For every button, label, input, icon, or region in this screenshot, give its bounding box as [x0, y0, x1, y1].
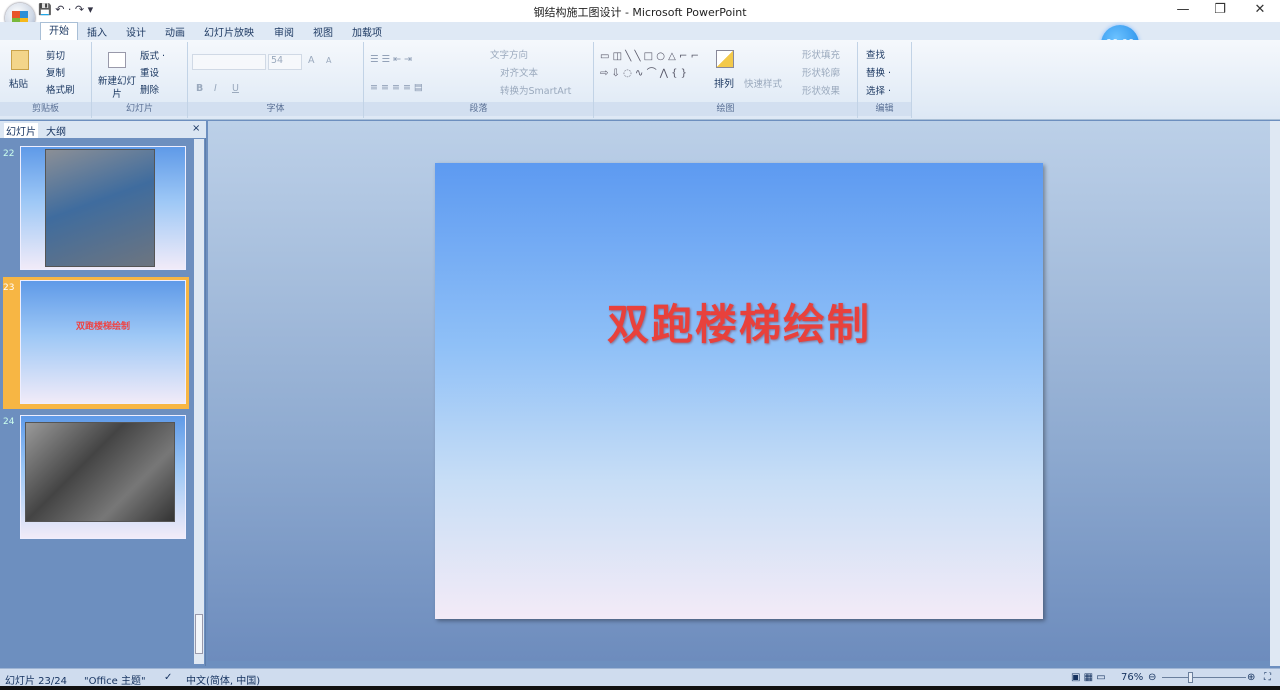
clipboard-group: 粘贴 剪切 复制 格式刷 剪贴板: [0, 42, 92, 118]
arrange-icon: [716, 50, 734, 68]
theme-name: "Office 主题": [84, 676, 146, 687]
quick-access-toolbar: 💾 ↶ · ↷ ▾: [38, 3, 93, 16]
zoom-slider-thumb[interactable]: [1188, 672, 1193, 683]
find-button[interactable]: 查找: [866, 47, 885, 61]
fit-window-button[interactable]: ⛶: [1264, 672, 1271, 683]
current-slide[interactable]: 双跑楼梯绘制: [435, 163, 1043, 619]
tab-slideshow[interactable]: 幻灯片放映: [204, 24, 254, 39]
slide-thumbnail-24[interactable]: [20, 415, 186, 539]
minimize-button[interactable]: —: [1168, 2, 1198, 17]
grow-font-button[interactable]: A: [308, 55, 315, 66]
panel-tabs: 幻灯片 大纲 ×: [0, 121, 206, 138]
scroll-thumb[interactable]: [195, 614, 203, 654]
panel-scrollbar[interactable]: [194, 139, 204, 664]
underline-button[interactable]: U: [232, 83, 239, 94]
font-name-input[interactable]: [192, 54, 266, 70]
group-label: 绘图: [594, 102, 857, 116]
select-button[interactable]: 选择 ·: [866, 83, 891, 97]
restore-button[interactable]: ❐: [1205, 2, 1235, 17]
slides-group: 新建幻灯片 版式 · 重设 删除 幻灯片: [92, 42, 188, 118]
slide-title[interactable]: 双跑楼梯绘制: [435, 291, 1043, 352]
taskbar-edge: [0, 686, 1280, 690]
staircase-photo: [45, 149, 155, 267]
spellcheck-icon[interactable]: ✓: [164, 672, 172, 683]
shapes-gallery[interactable]: ▭ ◫ ╲ ╲ □ ○ △ ⌐ ⌐ ⇨ ⇩ ◌ ∿ ⌒ ⋀ { }: [600, 48, 704, 82]
bold-button[interactable]: B: [196, 83, 203, 94]
tab-insert[interactable]: 插入: [87, 24, 107, 39]
shape-outline-button[interactable]: 形状轮廓: [802, 65, 840, 79]
zoom-slider[interactable]: [1162, 677, 1246, 678]
shape-fill-button[interactable]: 形状填充: [802, 47, 840, 61]
slide-counter: 幻灯片 23/24: [5, 676, 67, 687]
delete-button[interactable]: 删除: [140, 82, 159, 96]
format-painter-button[interactable]: 格式刷: [46, 82, 75, 96]
panel-close-button[interactable]: ×: [192, 123, 200, 134]
cut-button[interactable]: 剪切: [46, 48, 65, 62]
tab-design[interactable]: 设计: [126, 24, 146, 39]
slides-panel: 幻灯片 大纲 × 22 23 双跑楼梯绘制 24: [0, 121, 206, 666]
tab-animation[interactable]: 动画: [165, 24, 185, 39]
slide-number: 22: [3, 149, 15, 159]
window-title: 钢结构施工图设计 - Microsoft PowerPoint: [533, 6, 747, 19]
group-label: 剪贴板: [0, 102, 91, 116]
slide-thumbnail-23[interactable]: 双跑楼梯绘制: [20, 280, 186, 404]
status-bar: 幻灯片 23/24 "Office 主题" ✓ 中文(简体, 中国) ▣ ▦ ▭…: [0, 668, 1280, 687]
tab-review[interactable]: 审阅: [274, 24, 294, 39]
new-slide-icon: [108, 52, 126, 68]
quick-styles-button[interactable]: 快速样式: [744, 76, 782, 90]
zoom-out-button[interactable]: ⊖: [1148, 672, 1156, 683]
tab-outline[interactable]: 大纲: [46, 123, 66, 138]
slide-number: 23: [3, 283, 15, 293]
paragraph-group: ☰ ☰ ⇤ ⇥ ≡ ≡ ≡ ≡ ▤ 文字方向 对齐文本 转换为SmartArt …: [364, 42, 594, 118]
smartart-button[interactable]: 转换为SmartArt: [500, 83, 571, 97]
customize-icon[interactable]: ▾: [88, 3, 94, 16]
shape-effects-button[interactable]: 形状效果: [802, 83, 840, 97]
tab-home[interactable]: 开始: [40, 22, 78, 40]
group-label: 编辑: [858, 102, 911, 116]
tab-view[interactable]: 视图: [313, 24, 333, 39]
text-direction-button[interactable]: 文字方向: [490, 47, 528, 61]
reset-button[interactable]: 重设: [140, 65, 159, 79]
new-slide-button[interactable]: 新建幻灯片: [96, 75, 138, 101]
thumbnail-title: 双跑楼梯绘制: [75, 322, 130, 332]
editing-group: 查找 替换 · 选择 · 编辑: [858, 42, 912, 118]
save-icon[interactable]: 💾: [38, 3, 52, 16]
tab-slides[interactable]: 幻灯片: [4, 123, 38, 138]
align-text-button[interactable]: 对齐文本: [500, 65, 538, 79]
group-label: 段落: [364, 102, 593, 116]
layout-button[interactable]: 版式 ·: [140, 48, 165, 62]
replace-button[interactable]: 替换 ·: [866, 65, 891, 79]
zoom-level[interactable]: 76%: [1121, 672, 1143, 683]
editor-scrollbar[interactable]: [1270, 121, 1280, 666]
ribbon-tabs: 开始 插入 设计 动画 幻灯片放映 审阅 视图 加载项: [0, 22, 1280, 40]
italic-button[interactable]: I: [214, 83, 217, 94]
font-size-input[interactable]: 54: [268, 54, 302, 70]
group-label: 幻灯片: [92, 102, 187, 116]
list-buttons[interactable]: ☰ ☰ ⇤ ⇥: [370, 54, 412, 65]
paste-icon: [11, 50, 29, 70]
font-group: 54 A A B I U 字体: [188, 42, 364, 118]
slide-number: 24: [3, 417, 15, 427]
paste-button[interactable]: 粘贴: [9, 76, 28, 90]
language: 中文(简体, 中国): [186, 676, 261, 687]
staircase-photo: [25, 422, 175, 522]
zoom-in-button[interactable]: ⊕: [1247, 672, 1255, 683]
group-label: 字体: [188, 102, 363, 116]
tab-addins[interactable]: 加载项: [352, 24, 382, 39]
drawing-group: ▭ ◫ ╲ ╲ □ ○ △ ⌐ ⌐ ⇨ ⇩ ◌ ∿ ⌒ ⋀ { } 排列 快速样…: [594, 42, 858, 118]
slide-thumbnail-22[interactable]: [20, 146, 186, 270]
view-buttons[interactable]: ▣ ▦ ▭: [1071, 672, 1106, 683]
title-bar: 钢结构施工图设计 - Microsoft PowerPoint — ❐ ✕: [0, 0, 1280, 22]
redo-icon[interactable]: ↷: [75, 3, 84, 16]
align-buttons[interactable]: ≡ ≡ ≡ ≡ ▤: [370, 82, 423, 93]
copy-button[interactable]: 复制: [46, 65, 65, 79]
ribbon: 粘贴 剪切 复制 格式刷 剪贴板 新建幻灯片 版式 · 重设 删除 幻灯片 54…: [0, 40, 1280, 120]
shrink-font-button[interactable]: A: [326, 56, 331, 65]
close-button[interactable]: ✕: [1245, 2, 1275, 17]
arrange-button[interactable]: 排列: [714, 75, 734, 90]
undo-icon[interactable]: ↶ ·: [55, 3, 71, 16]
